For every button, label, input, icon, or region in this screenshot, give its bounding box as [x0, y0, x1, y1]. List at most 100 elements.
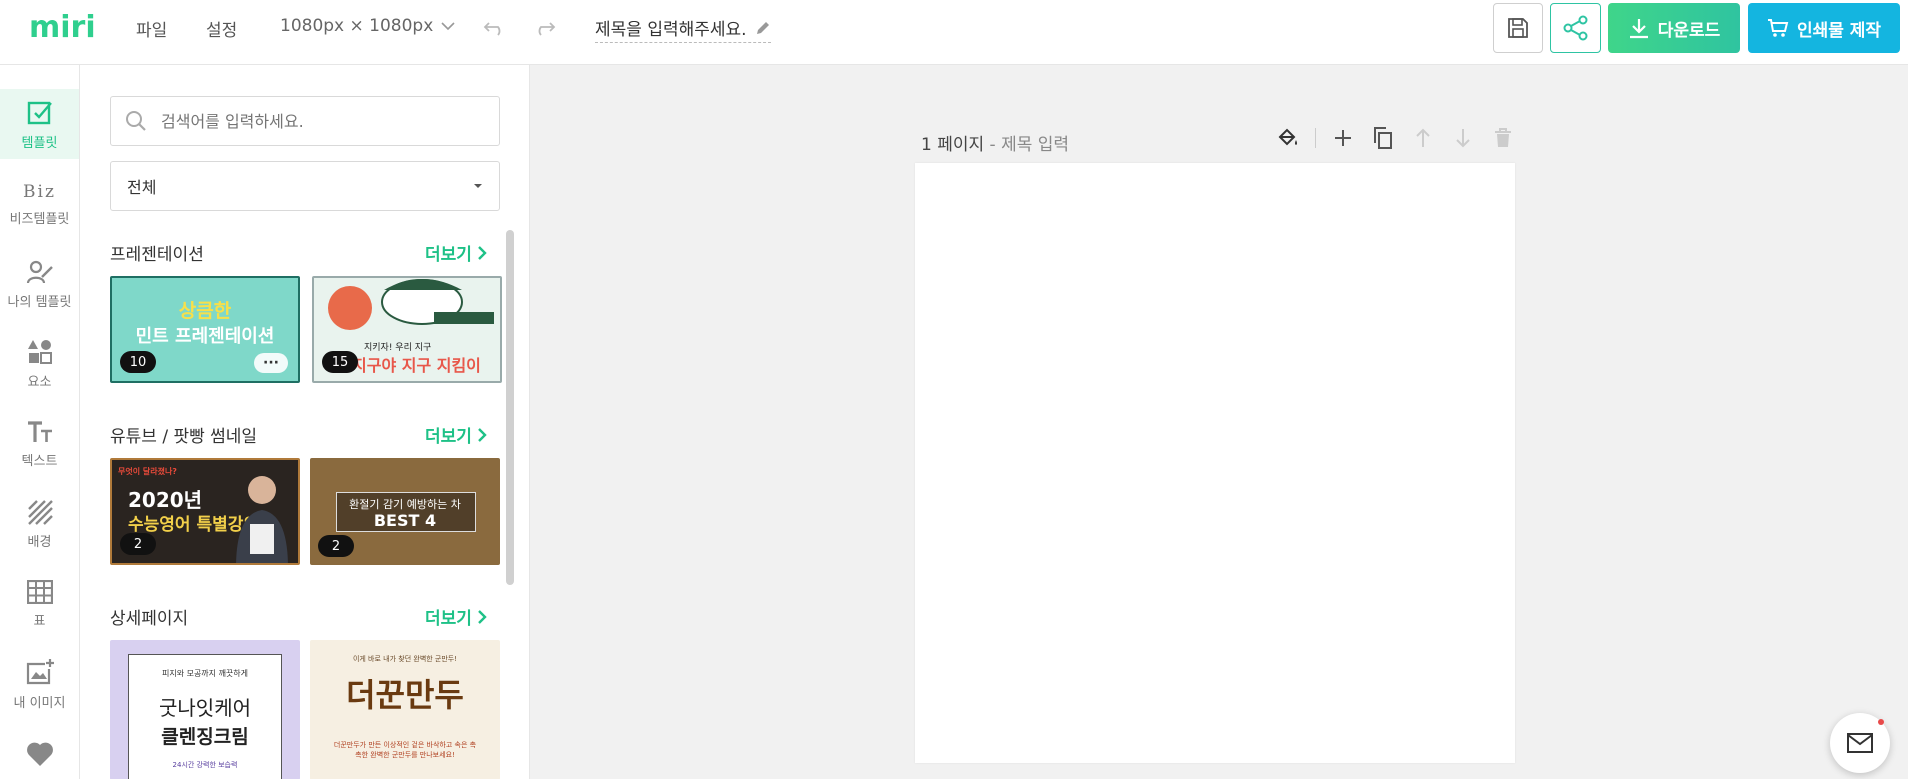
- save-icon: [1508, 18, 1528, 38]
- delete-page-button[interactable]: [1490, 125, 1516, 151]
- toolbar-divider: [1315, 128, 1316, 148]
- trash-icon: [1495, 128, 1511, 147]
- notification-dot: [1878, 719, 1884, 725]
- nav-label-my-image: 내 이미지: [13, 695, 66, 711]
- copy-icon: [1374, 127, 1392, 149]
- add-page-button[interactable]: [1330, 125, 1356, 151]
- plus-icon: [1335, 130, 1351, 146]
- more-options-button[interactable]: ···: [254, 353, 288, 373]
- template-panel: 전체 프레젠테이션 더보기 상큼한 민트 프레젠테이션 10 ··· 지키자! …: [80, 65, 530, 779]
- category-select[interactable]: 전체: [110, 161, 500, 211]
- move-page-up-button[interactable]: [1410, 125, 1436, 151]
- thumb-line1: 더꾼만두: [346, 676, 464, 714]
- nav-label-elements: 요소: [27, 374, 52, 390]
- template-thumb-mint-presentation[interactable]: 상큼한 민트 프레젠테이션 10 ···: [110, 276, 300, 383]
- chevron-down-icon: [441, 22, 455, 31]
- page-count-badge: 10: [120, 351, 156, 373]
- page-count-badge: 2: [318, 535, 354, 557]
- canvas-size-select[interactable]: 1080px × 1080px: [280, 16, 455, 36]
- template-thumb-dumpling[interactable]: 이게 바로 내가 찾던 완벽한 군만두! 더꾼만두 더꾼만두가 만든 이상적인 …: [310, 640, 500, 779]
- more-label: 더보기: [425, 245, 472, 265]
- section-title-detail-page: 상세페이지: [110, 609, 189, 629]
- more-link-youtube[interactable]: 더보기: [425, 422, 487, 447]
- page-number: 1 페이지: [921, 135, 985, 155]
- thumb-line1: 2020년: [128, 488, 203, 512]
- table-icon: [26, 579, 53, 604]
- thumb-line2: 더꾼만두가 만든 이상적인 겉은 바삭하고 속은 촉촉한 완벽한 군만두를 만나…: [333, 741, 477, 759]
- more-link-presentation[interactable]: 더보기: [425, 240, 487, 265]
- menu-file[interactable]: 파일: [136, 16, 167, 41]
- nav-label-biz-template: 비즈템플릿: [9, 211, 70, 227]
- share-button[interactable]: [1550, 3, 1601, 53]
- category-value: 전체: [127, 178, 157, 197]
- thumb-line2: 지구야 지구 지킴이: [352, 356, 481, 375]
- thumb-line2: 클렌징크림: [161, 726, 249, 748]
- more-link-detail-page[interactable]: 더보기: [425, 604, 487, 629]
- character-illustration: [328, 279, 494, 330]
- template-thumb-cold-prevention-tea[interactable]: 환절기 감기 예방하는 차 BEST 4 2: [310, 458, 500, 565]
- page-count-badge: 2: [120, 533, 156, 555]
- redo-icon: [538, 22, 556, 36]
- nav-item-favorites[interactable]: [0, 729, 79, 779]
- undo-button[interactable]: [482, 16, 508, 40]
- nav-item-text[interactable]: 텍스트: [0, 409, 79, 479]
- duplicate-page-button[interactable]: [1370, 125, 1396, 151]
- thumb-line1: 상큼한: [178, 300, 232, 322]
- chevron-right-icon: [478, 427, 487, 442]
- template-search[interactable]: [110, 96, 500, 146]
- nav-item-table[interactable]: 표: [0, 569, 79, 639]
- canvas-size-value: 1080px × 1080px: [280, 16, 434, 36]
- mail-icon: [1847, 733, 1873, 753]
- paint-bucket-icon: [1278, 128, 1297, 146]
- save-button[interactable]: [1493, 3, 1543, 53]
- download-button[interactable]: 다운로드: [1608, 3, 1740, 53]
- nav-label-table: 표: [33, 613, 46, 629]
- background-icon: [27, 499, 53, 525]
- page-count-badge: 15: [322, 351, 358, 373]
- template-thumb-earth-presentation[interactable]: 지키자! 우리 지구 지구야 지구 지킴이 15: [312, 276, 502, 383]
- miri-logo[interactable]: miri: [29, 10, 101, 44]
- text-icon: [27, 420, 52, 442]
- design-canvas[interactable]: [915, 163, 1515, 763]
- nav-label-my-template: 나의 템플릿: [7, 294, 72, 310]
- thumb-line2: 민트 프레젠테이션: [135, 326, 275, 347]
- top-bar: miri 파일 설정 1080px × 1080px 제목을 입력해주세요. 다…: [0, 0, 1908, 65]
- undo-icon: [483, 22, 501, 36]
- nav-item-my-image[interactable]: 내 이미지: [0, 649, 79, 719]
- heart-icon: [26, 742, 53, 766]
- more-label: 더보기: [425, 427, 472, 447]
- svg-text:miri: miri: [29, 10, 96, 44]
- elements-icon: [27, 339, 52, 364]
- page-background-color-button[interactable]: [1275, 125, 1301, 151]
- nav-item-background[interactable]: 배경: [0, 489, 79, 559]
- nav-item-elements[interactable]: 요소: [0, 329, 79, 399]
- left-nav: 템플릿 Biz 비즈템플릿 나의 템플릿 요소 텍스트 배경 표 내 이미지: [0, 65, 80, 779]
- section-title-presentation: 프레젠테이션: [110, 245, 204, 265]
- document-title-text: 제목을 입력해주세요.: [595, 20, 747, 40]
- thumb-tag: 무엇이 달라졌나?: [118, 467, 177, 476]
- print-order-button[interactable]: 인쇄물 제작: [1748, 3, 1900, 53]
- print-order-label: 인쇄물 제작: [1796, 20, 1882, 41]
- document-title-field[interactable]: 제목을 입력해주세요.: [595, 15, 771, 43]
- search-input[interactable]: [161, 111, 481, 131]
- template-thumb-english-lecture[interactable]: 무엇이 달라졌나? 2020년 수능영어 특별강의 2: [110, 458, 300, 565]
- redo-button[interactable]: [531, 16, 557, 40]
- thumb-sub: 피지와 모공까지 깨끗하게: [161, 669, 249, 678]
- menu-settings[interactable]: 설정: [206, 16, 237, 41]
- nav-label-template: 템플릿: [21, 135, 58, 151]
- template-thumb-cleansing-cream[interactable]: 피지와 모공까지 깨끗하게 굿나잇케어 클렌징크림 24시간 강력한 보습력: [110, 640, 300, 779]
- arrow-down-icon: [1456, 129, 1470, 148]
- my-template-icon: [26, 260, 53, 283]
- thumb-foot: 24시간 강력한 보습력: [172, 761, 238, 769]
- nav-item-template[interactable]: 템플릿: [0, 89, 79, 159]
- thumb-sub: 이게 바로 내가 찾던 완벽한 군만두!: [352, 655, 458, 663]
- page-label: 1 페이지 - 제목 입력: [921, 130, 1069, 155]
- nav-item-biz-template[interactable]: Biz 비즈템플릿: [0, 169, 79, 239]
- move-page-down-button[interactable]: [1450, 125, 1476, 151]
- download-icon: [1629, 19, 1648, 39]
- panel-scrollbar[interactable]: [506, 230, 514, 585]
- nav-item-my-template[interactable]: 나의 템플릿: [0, 249, 79, 319]
- page-title-input[interactable]: - 제목 입력: [990, 135, 1070, 155]
- chevron-right-icon: [478, 609, 487, 624]
- download-label: 다운로드: [1657, 20, 1721, 41]
